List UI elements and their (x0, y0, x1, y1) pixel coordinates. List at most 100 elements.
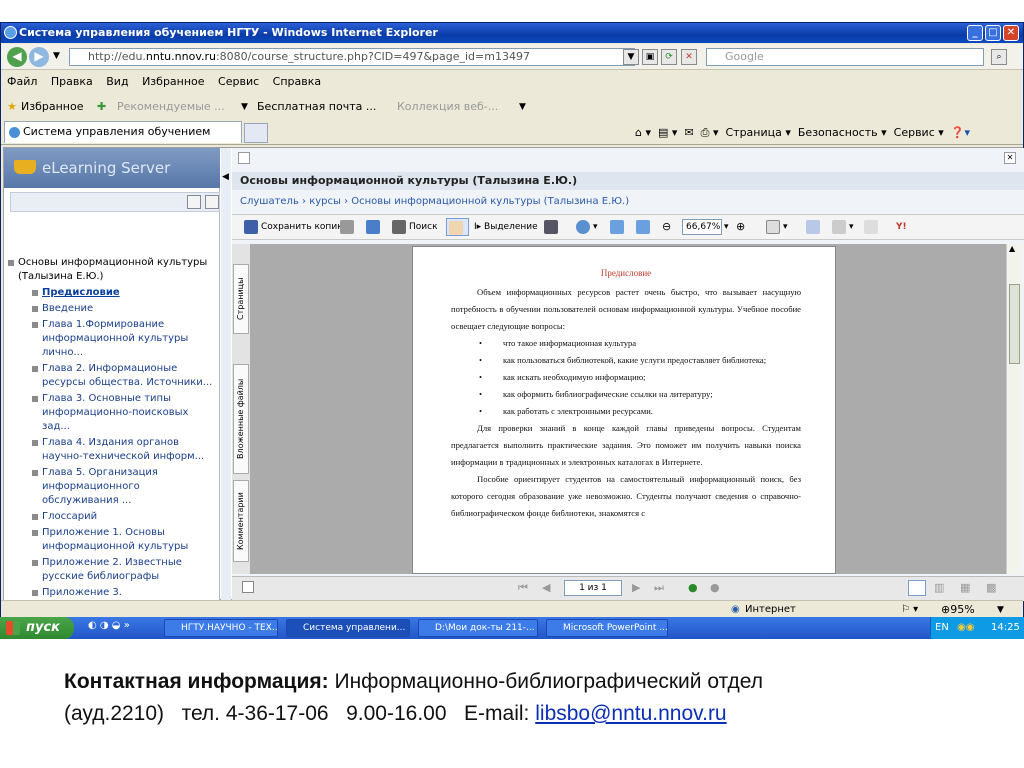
mail-icon[interactable]: ✉ (684, 126, 693, 139)
taskbar-item-2[interactable]: Система управлени... (286, 619, 410, 637)
zoom-in-button[interactable]: ▾ (576, 218, 598, 236)
taskbar-item-3[interactable]: D:\Мои док-ты 211-... (418, 619, 538, 637)
help-icon[interactable]: ❓▾ (951, 126, 970, 139)
tree-item-chapter4[interactable]: Глава 4. Издания органов научно-техничес… (32, 436, 216, 464)
undo-button[interactable]: ▾ (832, 218, 854, 236)
scroll-thumb[interactable] (1009, 284, 1020, 364)
feeds-icon[interactable]: ▤ ▾ (658, 126, 677, 139)
fav-item-recommended[interactable]: Рекомендуемые ... (117, 95, 225, 119)
tree-item-preface[interactable]: Предисловие (32, 286, 216, 300)
print-button[interactable] (340, 218, 357, 236)
menu-tools[interactable]: Сервис (218, 75, 259, 88)
document-viewer[interactable]: Предисловие Объем информационных ресурсо… (250, 244, 1006, 574)
taskbar-item-4[interactable]: Microsoft PowerPoint ... (546, 619, 668, 637)
forward-button[interactable]: ▶ (29, 47, 49, 67)
new-tab-button[interactable] (244, 123, 268, 143)
email-button[interactable] (366, 218, 383, 236)
fav-item-web-gallery[interactable]: Коллекция веб-... (397, 95, 498, 119)
tree-item-chapter3[interactable]: Глава 3. Основные типы информационно-пои… (32, 392, 216, 434)
comment-button[interactable] (806, 218, 823, 236)
tree-item-glossary[interactable]: Глоссарий (32, 510, 216, 524)
tree-collapse-icon[interactable] (187, 195, 201, 209)
minimize-button[interactable]: _ (967, 25, 983, 41)
history-dropdown-icon[interactable]: ▼ (53, 51, 60, 61)
select-tool-button[interactable]: I▸ Выделение (474, 218, 538, 236)
favorites-button[interactable]: Избранное (21, 95, 83, 119)
fav-item-free-mail[interactable]: Бесплатная почта ... (257, 95, 376, 119)
url-field[interactable]: http://edu.nntu.nnov.ru:8080/course_stru… (69, 48, 635, 66)
go-forward-icon[interactable]: ● (688, 581, 698, 594)
compatibility-icon[interactable]: ▣ (642, 49, 658, 65)
clock[interactable]: 14:25 (991, 617, 1020, 639)
zoom-out-button[interactable]: ⊖ (662, 218, 671, 236)
collapse-arrow-icon[interactable]: ◀ (222, 172, 229, 182)
menu-view[interactable]: Вид (106, 75, 128, 88)
language-indicator[interactable]: EN (935, 617, 949, 639)
save-copy-button[interactable]: Сохранить копию (244, 218, 345, 236)
menu-favorites[interactable]: Избранное (142, 75, 204, 88)
continuous-view-icon[interactable]: ▥ (934, 581, 944, 594)
yahoo-icon[interactable]: Y! (896, 218, 907, 236)
tree-root[interactable]: Основы информационной культуры (Талызина… (8, 256, 216, 284)
menu-help[interactable]: Справка (273, 75, 321, 88)
tree-item-appendix2[interactable]: Приложение 2. Известные русские библиогр… (32, 556, 216, 584)
fit-page-button[interactable] (610, 218, 627, 236)
panel-splitter[interactable]: ◀ (221, 148, 231, 601)
page-menu[interactable]: Страница (725, 126, 781, 139)
fit-width-button[interactable] (636, 218, 653, 236)
tree-item-intro[interactable]: Введение (32, 302, 216, 316)
back-button[interactable]: ◀ (7, 47, 27, 67)
search-icon[interactable]: ⌕ (991, 49, 1007, 65)
stop-icon[interactable]: ✕ (681, 49, 697, 65)
breadcrumb[interactable]: Слушатель › курсы › Основы информационно… (240, 196, 629, 207)
scroll-up-icon[interactable]: ▲ (1009, 244, 1015, 253)
tab-comments[interactable]: Комментарии (233, 480, 249, 562)
copy-button[interactable] (864, 218, 881, 236)
add-favorite-icon[interactable]: ✚ (97, 95, 106, 119)
tab-pages[interactable]: Страницы (233, 264, 249, 334)
pager-settings-icon[interactable] (242, 581, 254, 593)
home-icon[interactable]: ⌂ ▾ (635, 126, 651, 139)
panel-close-icon[interactable]: ✕ (1004, 152, 1016, 164)
tree-item-chapter1[interactable]: Глава 1.Формирование информационной куль… (32, 318, 216, 360)
security-menu[interactable]: Безопасность (798, 126, 878, 139)
menu-file[interactable]: Файл (7, 75, 37, 88)
start-button[interactable]: пуск (0, 617, 74, 639)
quicklaunch-icon[interactable]: ◐ ◑ ◒ » (88, 620, 130, 631)
zoom-select[interactable]: 66,67% (682, 219, 722, 235)
maximize-button[interactable]: □ (985, 25, 1001, 41)
tree-expand-icon[interactable] (205, 195, 219, 209)
zoom-dropdown-icon[interactable]: ▾ (724, 218, 729, 236)
pages-button[interactable]: ▾ (766, 218, 788, 236)
search-input[interactable]: Google (706, 48, 984, 66)
tree-item-chapter2[interactable]: Глава 2. Информационые ресурсы общества.… (32, 362, 216, 390)
contact-email-link[interactable]: libsbo@nntu.nnov.ru (535, 702, 726, 725)
single-page-view-icon[interactable] (908, 580, 926, 596)
tray-icons[interactable]: ◉◉ (957, 617, 974, 639)
vertical-scrollbar[interactable]: ▲ (1006, 244, 1022, 574)
prev-page-icon[interactable]: ◀ (542, 581, 550, 594)
refresh-icon[interactable]: ⟳ (661, 49, 677, 65)
last-page-icon[interactable]: ⏭ (654, 581, 664, 595)
facing-continuous-view-icon[interactable]: ▩ (986, 581, 996, 594)
page-number-field[interactable]: 1 из 1 (564, 580, 622, 596)
tree-item-appendix1[interactable]: Приложение 1. Основы информационной куль… (32, 526, 216, 554)
next-page-icon[interactable]: ▶ (632, 581, 640, 594)
first-page-icon[interactable]: ⏮ (518, 581, 528, 595)
tree-item-chapter5[interactable]: Глава 5. Организация информационного обс… (32, 466, 216, 508)
close-button[interactable]: ✕ (1003, 25, 1019, 41)
snapshot-button[interactable] (544, 218, 561, 236)
tools-menu[interactable]: Сервис (894, 126, 935, 139)
menu-edit[interactable]: Правка (51, 75, 93, 88)
search-button[interactable]: Поиск (392, 218, 438, 236)
zoom-in-plus-button[interactable]: ⊕ (736, 218, 745, 236)
taskbar-item-1[interactable]: НГТУ.НАУЧНО - ТЕХ... (164, 619, 278, 637)
hand-tool-button[interactable] (446, 218, 469, 236)
print-icon[interactable]: ⎙ ▾ (701, 126, 719, 139)
url-dropdown-icon[interactable]: ▼ (623, 49, 639, 65)
tab-attachments[interactable]: Вложенные файлы (233, 364, 249, 474)
go-back-icon[interactable]: ● (710, 581, 720, 594)
tab-active[interactable]: Система управления обучением НГТУ (4, 121, 242, 158)
fav-dropdown-icon[interactable]: ▼ (241, 95, 248, 119)
facing-view-icon[interactable]: ▦ (960, 581, 970, 594)
